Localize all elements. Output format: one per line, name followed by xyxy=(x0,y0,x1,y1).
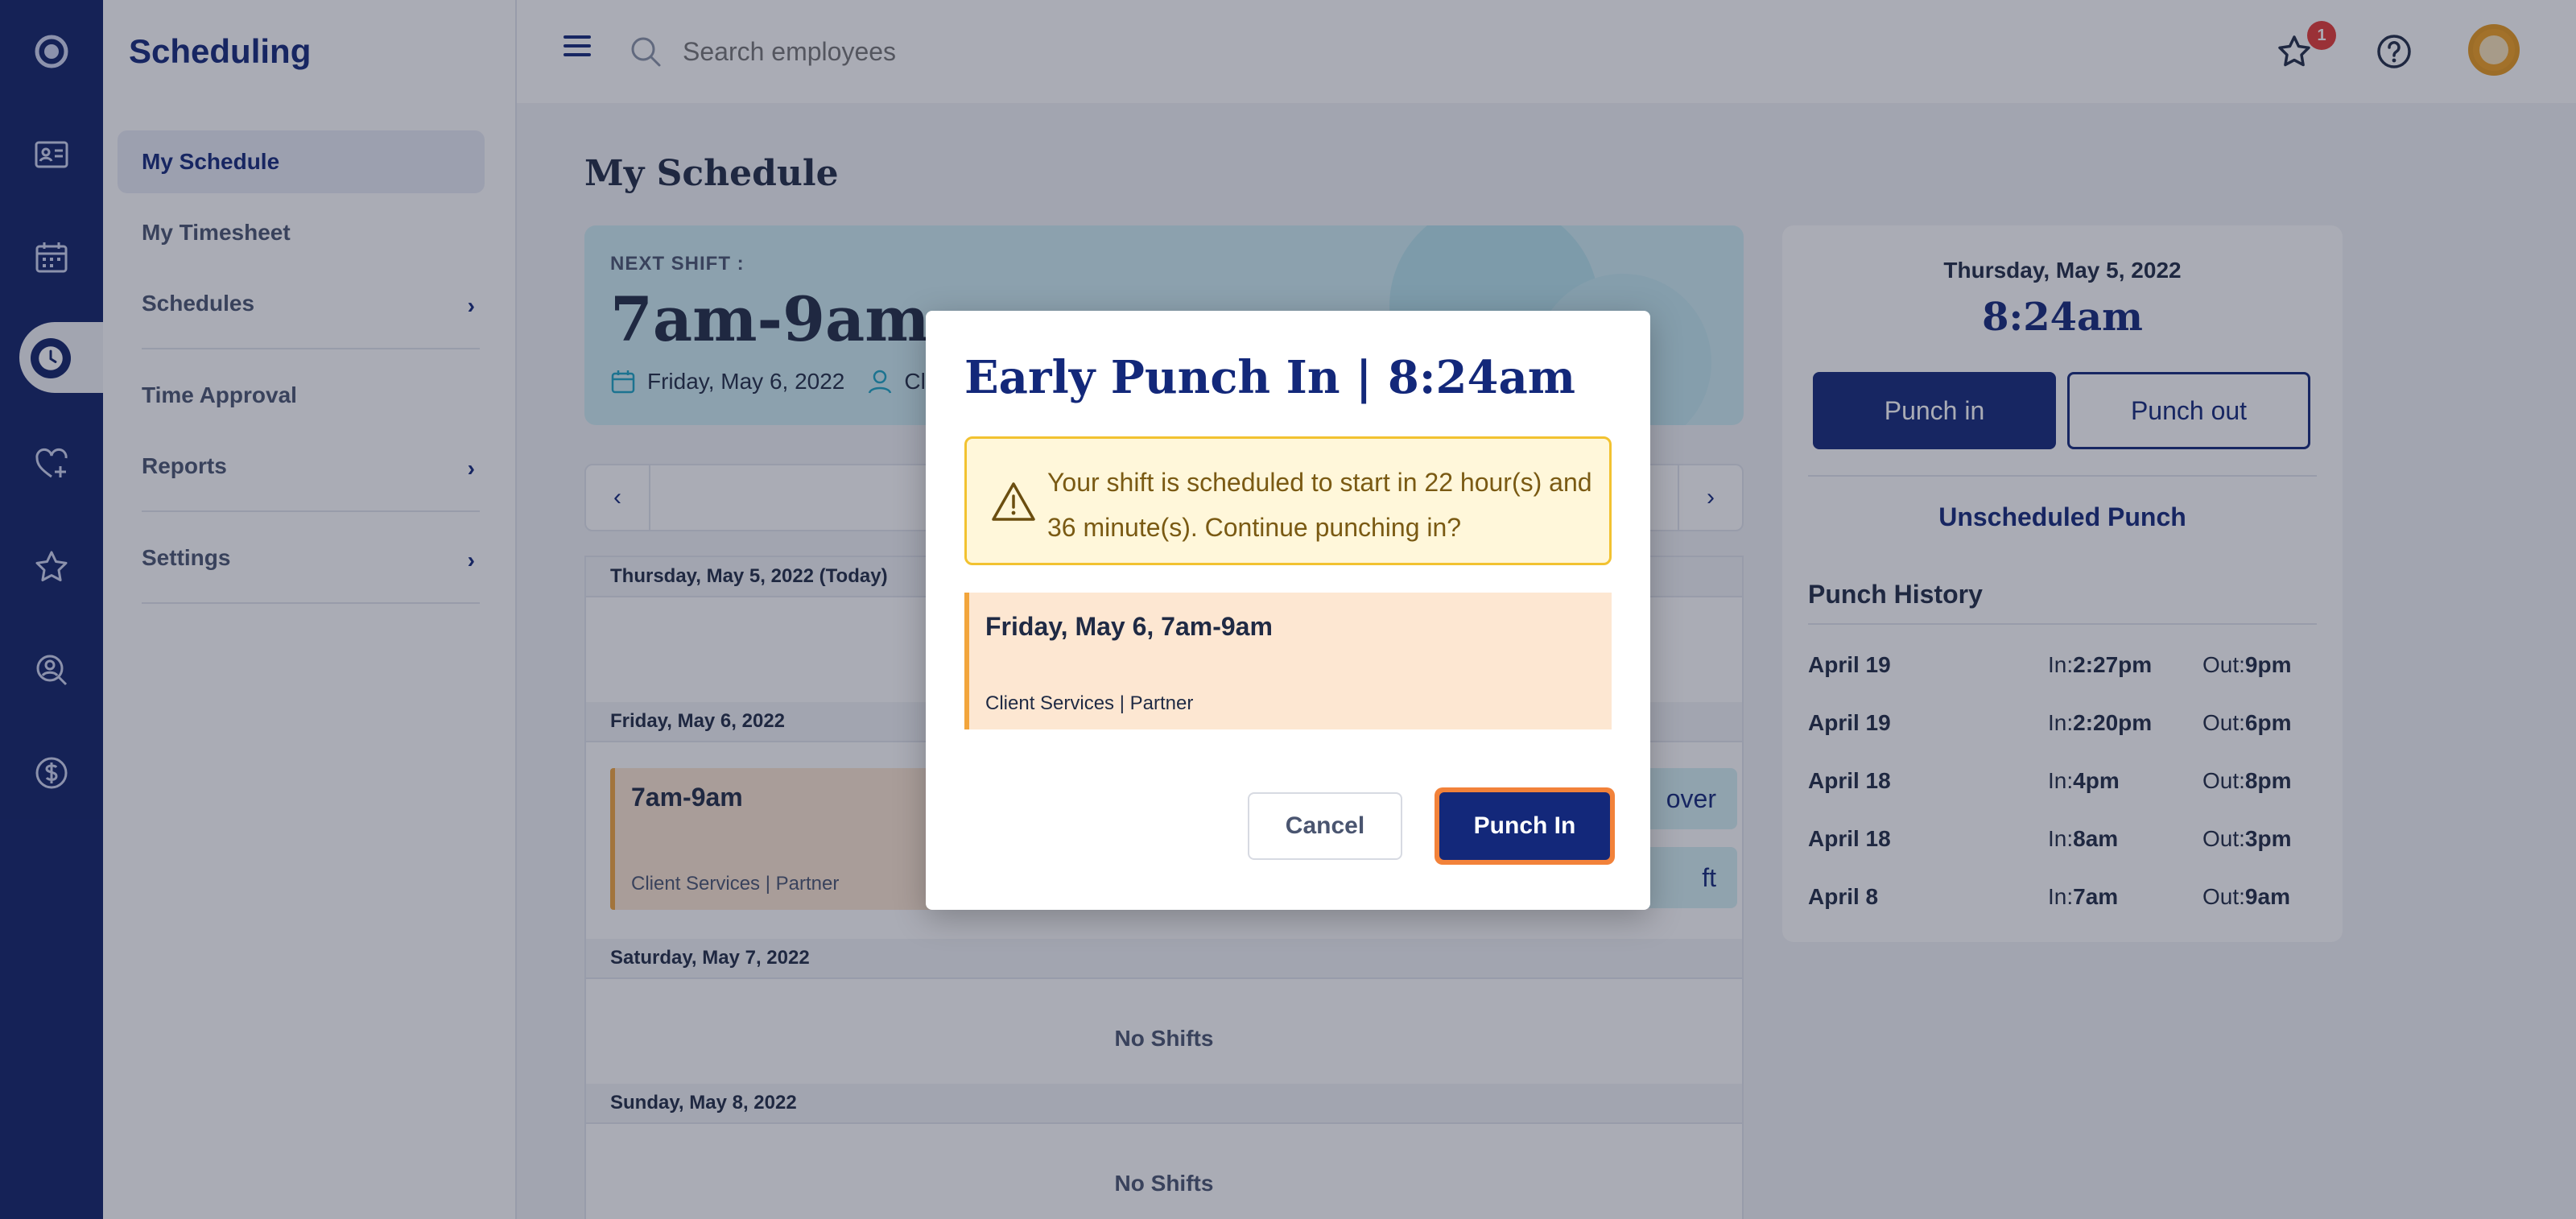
confirm-punch-in-button[interactable]: Punch In xyxy=(1439,792,1610,860)
warning-icon xyxy=(992,482,1035,521)
shift-summary-card: Friday, May 6, 7am-9am Client Services |… xyxy=(964,593,1612,729)
cancel-button[interactable]: Cancel xyxy=(1248,792,1402,860)
early-punch-dialog: Early Punch In | 8:24am Your shift is sc… xyxy=(926,311,1650,910)
warning-banner: Your shift is scheduled to start in 22 h… xyxy=(964,436,1612,565)
confirm-focus-ring: Punch In xyxy=(1435,787,1615,865)
shift-summary-title: Friday, May 6, 7am-9am xyxy=(985,612,1273,641)
warning-text: Your shift is scheduled to start in 22 h… xyxy=(1047,468,1592,542)
dialog-title: Early Punch In | 8:24am xyxy=(964,351,1576,404)
shift-summary-detail: Client Services | Partner xyxy=(985,692,1194,714)
